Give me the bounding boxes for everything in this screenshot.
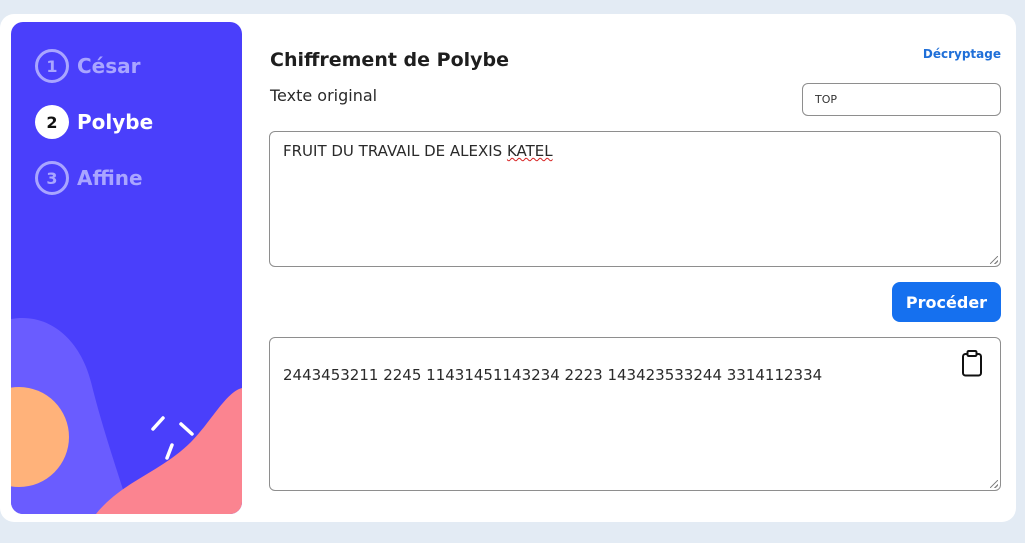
input-text: FRUIT DU TRAVAIL DE ALEXIS: [283, 142, 507, 160]
step-cesar[interactable]: 1 César: [35, 49, 141, 83]
sidebar-decoration: [11, 317, 242, 514]
original-text-input[interactable]: FRUIT DU TRAVAIL DE ALEXIS KATEL: [269, 131, 1001, 267]
decrypt-link[interactable]: Décryptage: [923, 47, 1001, 61]
step-affine[interactable]: 3 Affine: [35, 161, 143, 195]
step-label: Polybe: [77, 110, 154, 134]
step-label: César: [77, 54, 141, 78]
result-output[interactable]: 2443453211 2245 11431451143234 2223 1434…: [269, 337, 1001, 491]
step-label: Affine: [77, 166, 143, 190]
clipboard-icon[interactable]: [961, 350, 983, 377]
original-text-label: Texte original: [270, 86, 378, 105]
sidebar: 1 César 2 Polybe 3 Affine: [11, 22, 242, 514]
result-text: 2443453211 2245 11431451143234 2223 1434…: [283, 366, 823, 384]
page-title: Chiffrement de Polybe: [270, 49, 510, 71]
resize-handle[interactable]: [990, 256, 998, 264]
proceed-button[interactable]: Procéder: [892, 282, 1001, 322]
step-number: 2: [35, 105, 69, 139]
spellcheck-flagged-word: KATEL: [506, 142, 553, 160]
step-polybe[interactable]: 2 Polybe: [35, 105, 153, 139]
resize-handle[interactable]: [990, 480, 998, 488]
step-number: 3: [35, 161, 69, 195]
key-input[interactable]: [802, 83, 1001, 116]
step-number: 1: [35, 49, 69, 83]
